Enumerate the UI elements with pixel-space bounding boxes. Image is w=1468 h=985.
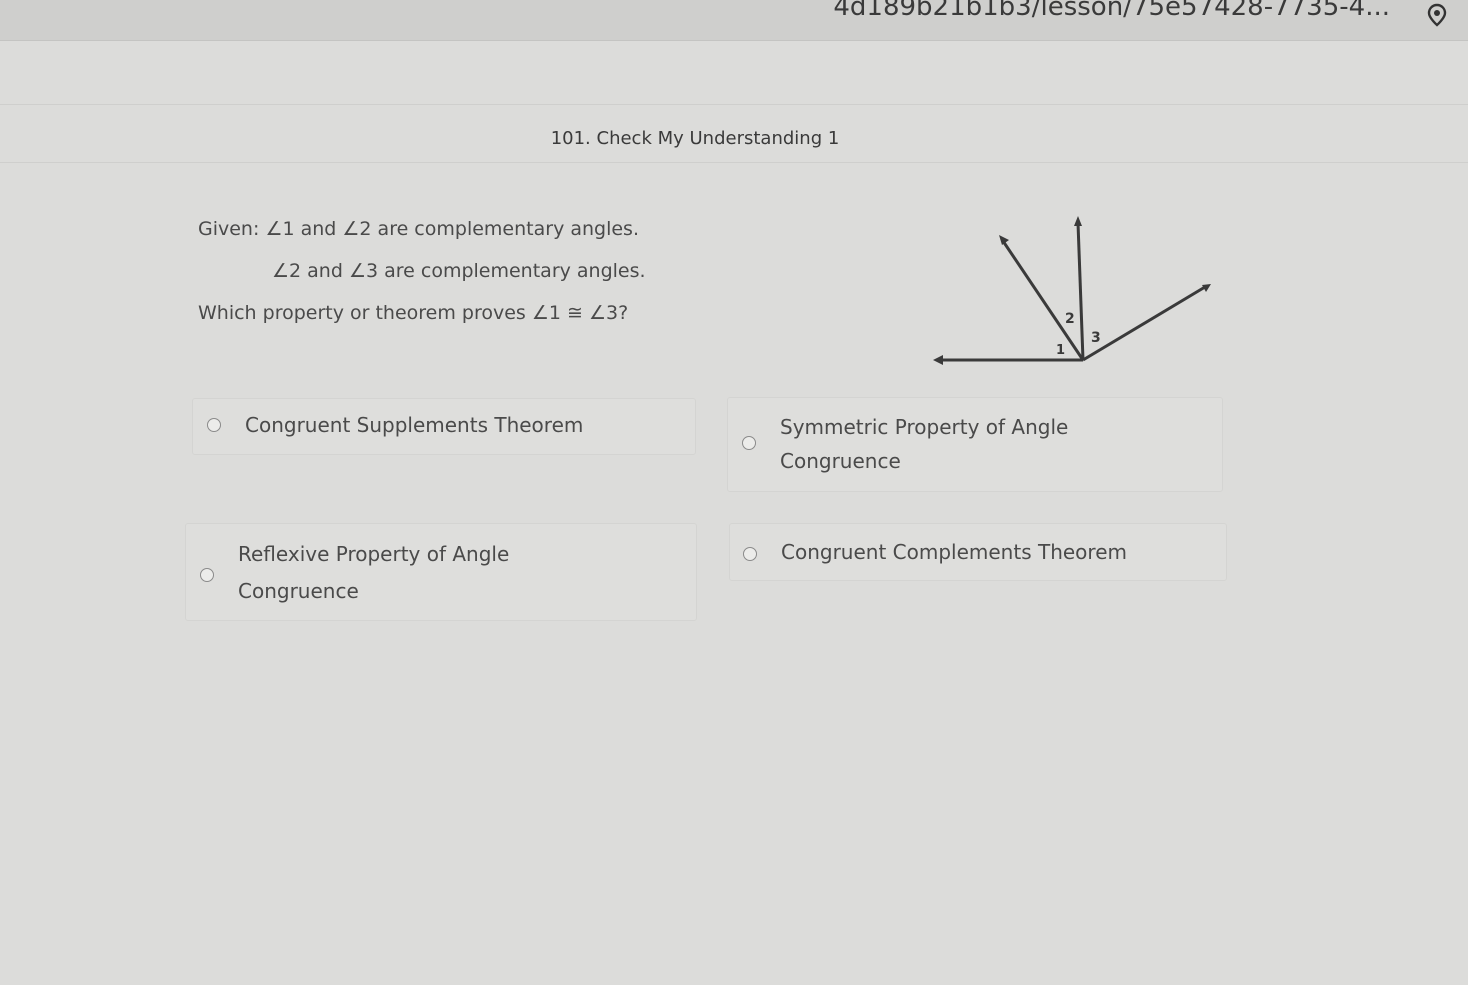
angle-diagram: 2 3 1: [933, 216, 1211, 365]
given-statement-2: ∠2 and ∠3 are complementary angles.: [272, 260, 646, 282]
arrow-up: [1074, 216, 1082, 226]
given-statement-1: ∠1 and ∠2 are complementary angles.: [265, 218, 639, 240]
option-label: Congruent Complements Theorem: [781, 540, 1127, 564]
option-label-line-1: Symmetric Property of Angle: [780, 415, 1069, 439]
ray-upper-left: [1001, 240, 1085, 361]
angle-label-2: 2: [1065, 311, 1075, 327]
answer-option-symmetric-property[interactable]: Symmetric Property of Angle Congruence: [727, 397, 1223, 492]
ray-up: [1076, 222, 1085, 361]
option-label-line-2: Congruence: [780, 449, 901, 473]
angle-label-1: 1: [1056, 343, 1065, 358]
address-bar[interactable]: 4d189b21b1b3/lesson/75e57428-7735-4...: [0, 0, 1468, 41]
given-label: Given:: [198, 218, 260, 240]
page-title: 101. Check My Understanding 1: [550, 128, 840, 149]
answer-option-congruent-complements[interactable]: Congruent Complements Theorem: [729, 523, 1227, 581]
arrow-left: [933, 355, 943, 365]
answer-option-reflexive-property[interactable]: Reflexive Property of Angle Congruence: [185, 523, 697, 621]
question-text: Given: ∠1 and ∠2 are complementary angle…: [198, 208, 646, 334]
given-line-1: Given: ∠1 and ∠2 are complementary angle…: [198, 208, 646, 250]
option-label: Congruent Supplements Theorem: [245, 413, 584, 437]
arrow-upper-left: [999, 235, 1009, 245]
location-pin-icon[interactable]: [1424, 2, 1450, 28]
option-label-line-2: Congruence: [238, 579, 359, 603]
answer-option-congruent-supplements[interactable]: Congruent Supplements Theorem: [192, 398, 696, 455]
question-prompt: Which property or theorem proves ∠1 ≅ ∠3…: [198, 302, 629, 324]
radio-button[interactable]: [743, 547, 757, 561]
radio-button[interactable]: [742, 436, 756, 450]
title-divider: [0, 162, 1468, 163]
radio-button[interactable]: [200, 568, 214, 582]
ray-right: [1082, 285, 1206, 362]
radio-button[interactable]: [207, 418, 221, 432]
angle-label-3: 3: [1091, 330, 1101, 346]
option-label-line-1: Reflexive Property of Angle: [238, 542, 510, 566]
given-line-2: ∠2 and ∠3 are complementary angles.: [198, 250, 646, 292]
header-divider: [0, 104, 1468, 105]
url-text[interactable]: 4d189b21b1b3/lesson/75e57428-7735-4...: [833, 0, 1390, 22]
